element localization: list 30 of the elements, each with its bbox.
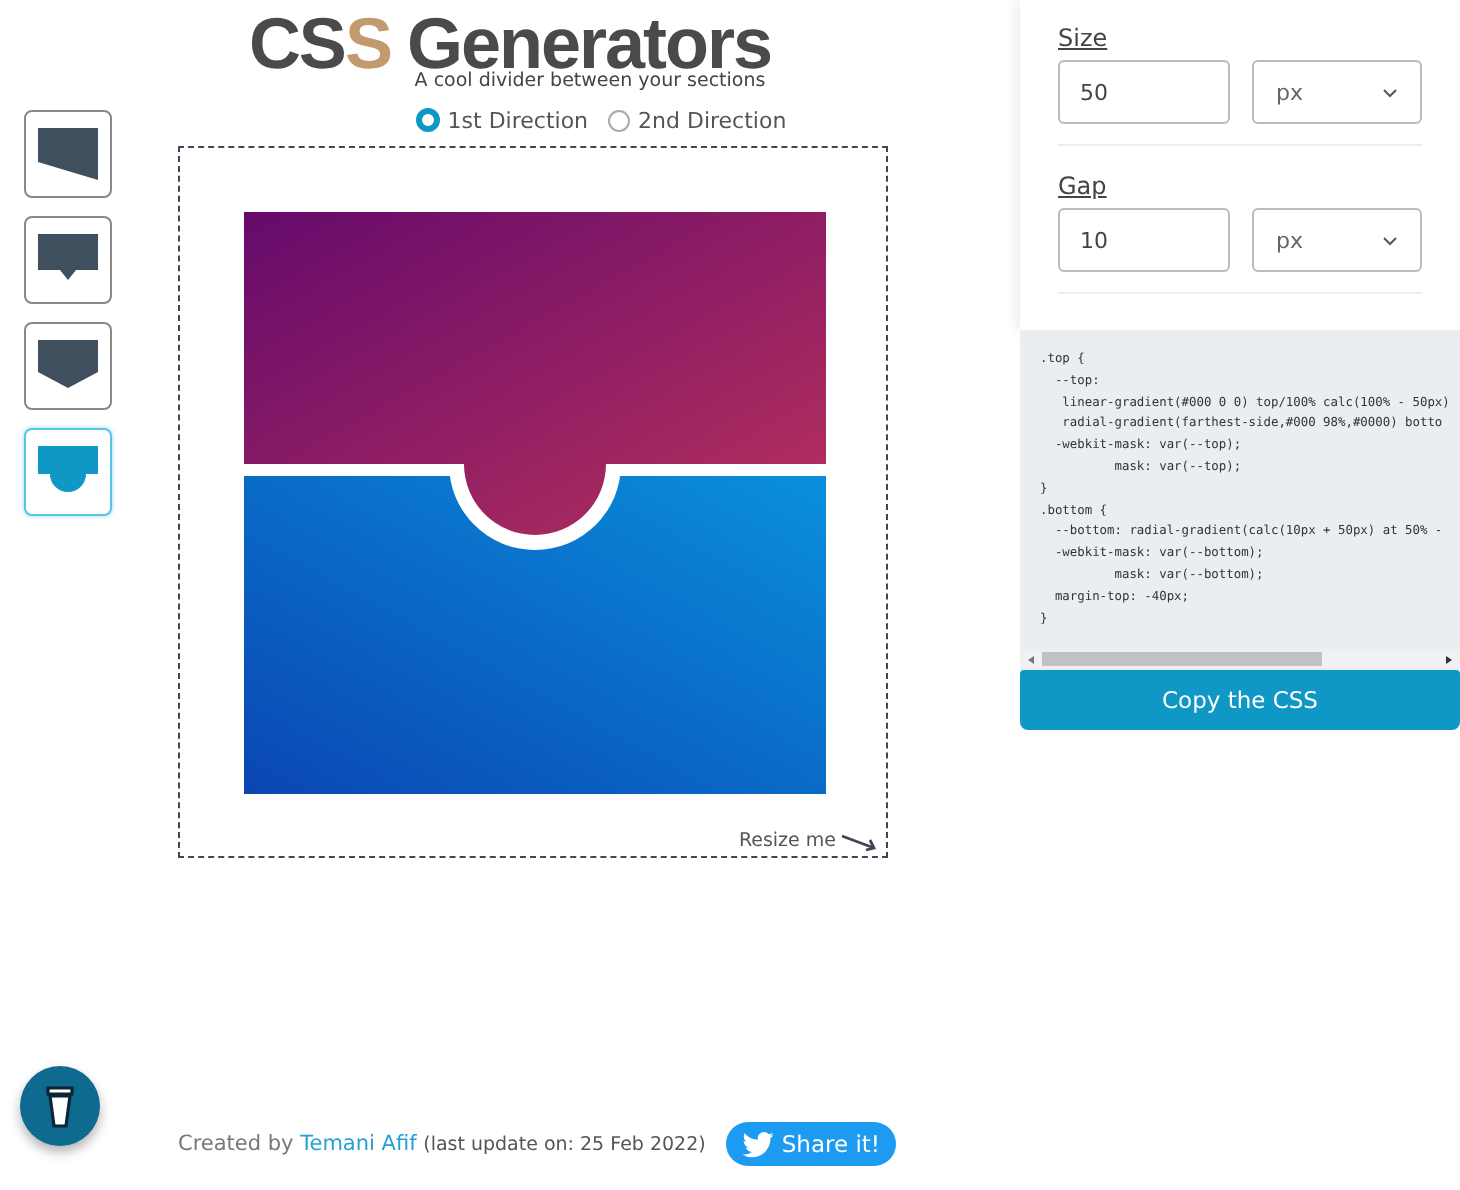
tagline: A cool divider between your sections [414, 72, 766, 92]
scroll-left-icon[interactable] [1026, 653, 1038, 665]
coffee-button[interactable] [20, 1066, 100, 1146]
scroll-right-icon[interactable] [1442, 653, 1454, 665]
chevron-down-icon [1382, 235, 1398, 245]
chevron-down-icon [1382, 87, 1398, 97]
divider-shape-icon [38, 340, 98, 392]
unit-select[interactable]: px [1252, 208, 1422, 272]
resize-area[interactable]: Resize me [178, 146, 888, 858]
setting-label: Size [1058, 24, 1108, 52]
credit-text: Created by Temani Afif (last update on: 25 Feb 2022) [178, 1132, 706, 1156]
arrow-icon [840, 831, 880, 851]
resize-label: Resize me [738, 830, 836, 852]
bird-icon [741, 1131, 774, 1157]
setting-label: Gap [1058, 172, 1107, 200]
number-field[interactable]: 10 [1058, 208, 1230, 272]
unit-select[interactable]: px [1252, 60, 1422, 124]
divider-shape-icon [38, 446, 98, 498]
scrollbar[interactable] [1020, 650, 1460, 668]
shape-option[interactable] [24, 110, 112, 198]
direction-radio[interactable]: 2nd Direction [608, 107, 787, 133]
divider-shape-icon [38, 128, 98, 180]
shape-option[interactable] [24, 216, 112, 304]
logo-title: Generators [406, 14, 772, 72]
logo-text: S [344, 14, 391, 72]
logo-text: CS [248, 14, 345, 72]
shape-option[interactable] [24, 322, 112, 410]
cup-icon [40, 1082, 80, 1130]
number-field[interactable]: 50 [1058, 60, 1230, 124]
direction-radio[interactable]: 1st Direction [415, 107, 589, 133]
